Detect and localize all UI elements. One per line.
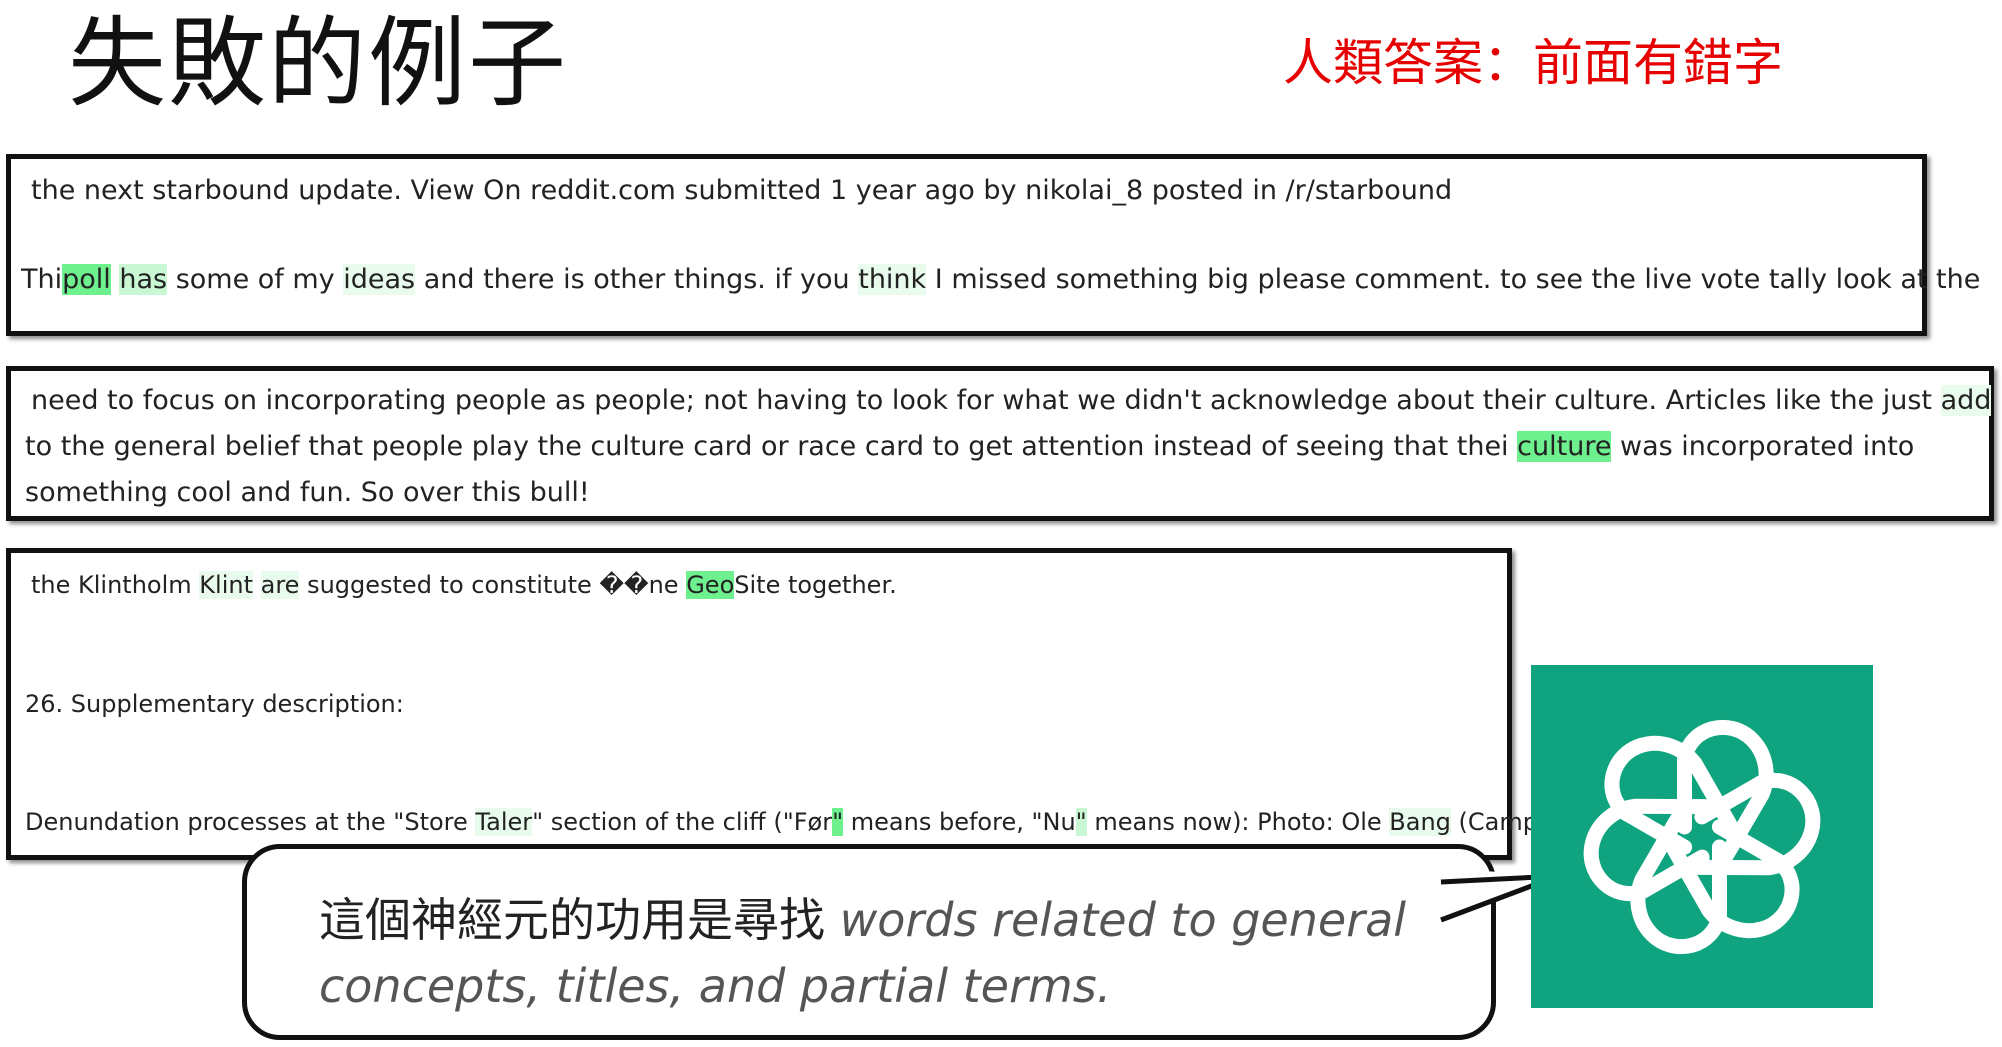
highlighted-token: Taler — [475, 808, 533, 836]
example-1-line-2: Thipoll has some of my ideas and there i… — [21, 264, 1980, 295]
example-panel-1: the next starbound update. View On reddi… — [6, 154, 1980, 336]
example-panel-2: need to focus on incorporating people as… — [6, 366, 1994, 521]
token: (Camp — [1450, 808, 1538, 836]
example-2-line-2: to the general belief that people play t… — [25, 431, 1914, 462]
example-2-line-3: something cool and fun. So over this bul… — [25, 477, 590, 508]
token: and there is other things. if you — [415, 264, 859, 295]
explanation-text: 這個神經元的功用是尋找 words related to general con… — [319, 887, 1479, 1019]
explanation-en-1: words related to general — [839, 893, 1407, 947]
token: to the general belief that people play t… — [25, 431, 1518, 462]
example-panel-3: the Klintholm Klint are suggested to con… — [6, 548, 1538, 860]
highlighted-token: ideas — [343, 264, 416, 295]
highlighted-token: culture — [1517, 431, 1612, 462]
highlighted-token: has — [119, 264, 168, 295]
highlighted-token: add — [1940, 385, 1992, 416]
highlighted-token: Geo — [686, 571, 735, 599]
explanation-en-2: concepts, titles, and partial terms. — [319, 959, 1112, 1013]
token: Denundation processes at the "Store — [25, 808, 476, 836]
token: some of my — [167, 264, 344, 295]
example-1-line-1: the next starbound update. View On reddi… — [31, 175, 1453, 206]
token: was incorporated into — [1611, 431, 1915, 462]
token: suggested to constitute ��ne — [299, 571, 687, 599]
explanation-zh: 這個神經元的功用是尋找 — [319, 893, 825, 947]
human-answer-label: 人類答案：前面有錯字 — [1283, 34, 1783, 92]
token: I missed something big please comment. t… — [926, 264, 1981, 295]
token: Site together. — [734, 571, 897, 599]
explanation-bubble: 這個神經元的功用是尋找 words related to general con… — [242, 844, 1496, 1040]
example-3-line-1: the Klintholm Klint are suggested to con… — [31, 571, 897, 599]
token: Thi — [21, 264, 63, 295]
token: means before, "Nu — [843, 808, 1076, 836]
highlighted-token: poll — [62, 264, 111, 295]
example-2-line-1: need to focus on incorporating people as… — [31, 385, 1992, 416]
highlighted-token: Bang — [1389, 808, 1451, 836]
example-3-line-3: Denundation processes at the "Store Tale… — [25, 808, 1538, 836]
example-3-line-2: 26. Supplementary description: — [25, 690, 404, 718]
openai-knot-icon — [1577, 712, 1827, 962]
highlighted-token: " — [1075, 808, 1087, 836]
openai-logo-icon — [1531, 665, 1873, 1008]
token: means now): Photo: Ole — [1086, 808, 1390, 836]
token: need to focus on incorporating people as… — [31, 385, 1941, 416]
highlighted-token: are — [260, 571, 300, 599]
highlighted-token: " — [832, 808, 844, 836]
page-title: 失敗的例子 — [68, 7, 569, 121]
token: " section of the cliff ("Før — [532, 808, 833, 836]
highlighted-token: think — [858, 264, 927, 295]
highlighted-token: Klint — [199, 571, 253, 599]
token: the Klintholm — [31, 571, 200, 599]
